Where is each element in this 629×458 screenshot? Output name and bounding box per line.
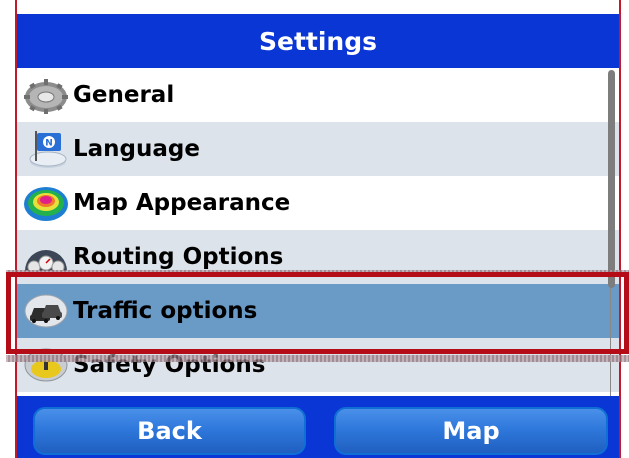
- back-button-label: Back: [137, 417, 202, 445]
- scrollbar-thumb[interactable]: [608, 70, 615, 288]
- menu-item-general[interactable]: General: [17, 68, 619, 122]
- menu-item-language[interactable]: N Language: [17, 122, 619, 176]
- back-button[interactable]: Back: [33, 407, 306, 455]
- warning-icon: [21, 345, 71, 385]
- menu-item-label: Traffic options: [73, 298, 258, 324]
- scrollbar-track[interactable]: [610, 288, 611, 396]
- page-title: Settings: [17, 14, 619, 68]
- menu-item-label: Map Appearance: [73, 190, 291, 216]
- menu-item-traffic-options[interactable]: Traffic options: [17, 284, 619, 338]
- svg-text:N: N: [45, 139, 53, 149]
- settings-list: General N Language Map Appearance Routin…: [17, 68, 619, 396]
- footer-bar: Back Map: [17, 396, 619, 458]
- settings-window: Settings General N Language Map Appearan…: [15, 0, 621, 458]
- color-palette-icon: [21, 183, 71, 223]
- traffic-cars-icon: [21, 291, 71, 331]
- page-title-text: Settings: [258, 26, 377, 56]
- menu-item-routing-options[interactable]: Routing Options: [17, 230, 619, 284]
- gear-icon: [21, 75, 71, 115]
- map-button-label: Map: [442, 417, 500, 445]
- menu-item-label: Routing Options: [73, 244, 284, 270]
- menu-item-map-appearance[interactable]: Map Appearance: [17, 176, 619, 230]
- gauges-icon: [21, 237, 71, 277]
- menu-item-label: General: [73, 82, 175, 108]
- menu-item-label: Safety Options: [73, 352, 266, 378]
- menu-item-safety-options[interactable]: Safety Options: [17, 338, 619, 392]
- flag-icon: N: [21, 129, 71, 169]
- menu-item-label: Language: [73, 136, 200, 162]
- map-button[interactable]: Map: [334, 407, 608, 455]
